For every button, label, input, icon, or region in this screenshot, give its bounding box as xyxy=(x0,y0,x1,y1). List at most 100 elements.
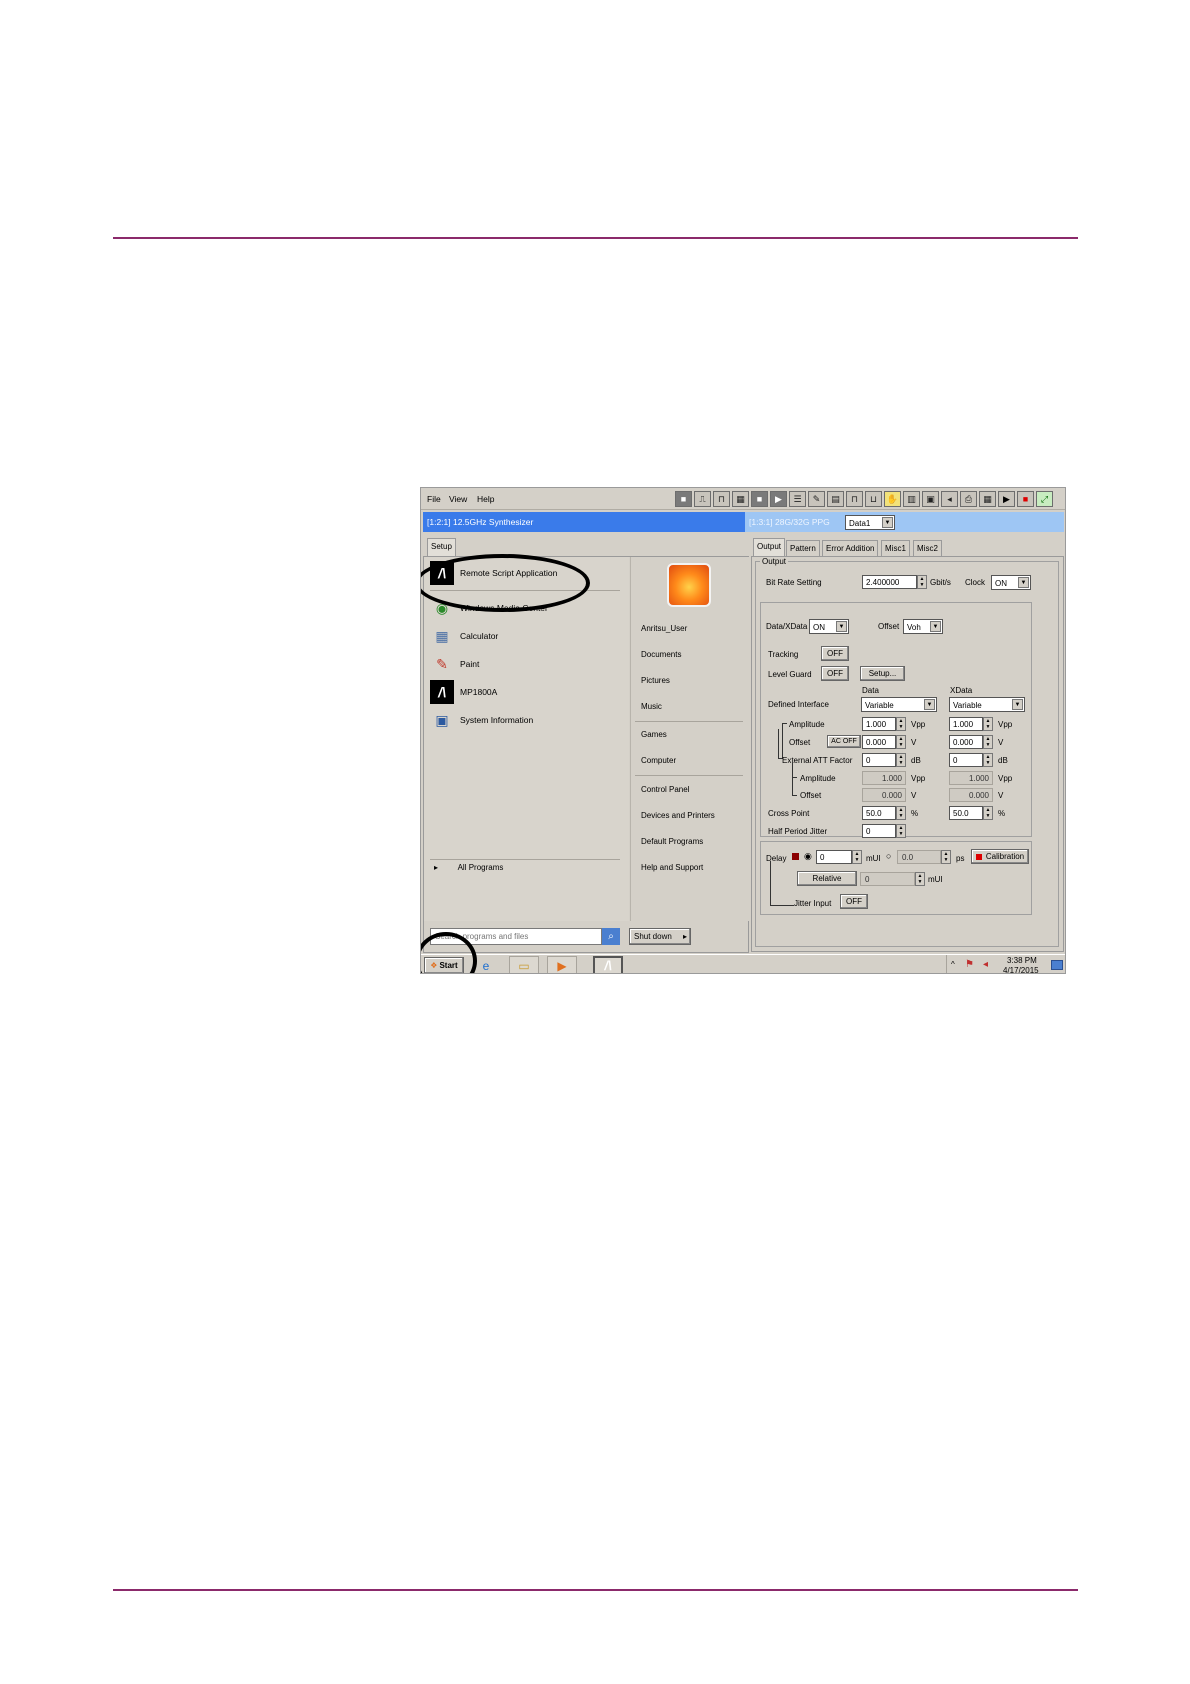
ext-att-data-stepper[interactable]: ▲ ▼ xyxy=(896,753,906,767)
menu-file[interactable]: File xyxy=(427,494,441,504)
hand-icon[interactable]: ✋ xyxy=(884,491,901,507)
offset-label: Offset xyxy=(789,738,811,747)
chart-icon[interactable]: ▦ xyxy=(979,491,996,507)
module-title-right[interactable]: [1:3:1] 28G/32G PPG xyxy=(745,512,1064,532)
tab-misc1[interactable]: Misc1 xyxy=(881,540,910,556)
link-user[interactable]: Anritsu_User xyxy=(641,624,687,633)
amplitude-xdata-stepper[interactable]: ▲ ▼ xyxy=(983,717,993,731)
data-xdata-value: ON xyxy=(813,623,825,632)
defined-interface-xdata-select[interactable]: Variable ▼ xyxy=(949,697,1025,712)
block-arrow-icon[interactable]: ▶ xyxy=(770,491,787,507)
tab-misc2[interactable]: Misc2 xyxy=(913,540,942,556)
delay-mui-field[interactable]: 0 xyxy=(816,850,852,864)
amplitude-data-field[interactable]: 1.000 xyxy=(862,717,896,731)
program-system-information[interactable]: ▣ System Information xyxy=(430,707,533,733)
grid-icon[interactable]: ▦ xyxy=(732,491,749,507)
list-icon[interactable]: ☰ xyxy=(789,491,806,507)
link-default-programs[interactable]: Default Programs xyxy=(641,837,703,846)
link-games[interactable]: Games xyxy=(641,730,667,739)
clock-time[interactable]: 3:38 PM xyxy=(1007,956,1037,965)
calibration-button[interactable]: Calibration xyxy=(971,849,1029,864)
bit-rate-field[interactable]: 2.400000 xyxy=(862,575,917,589)
link-pictures[interactable]: Pictures xyxy=(641,676,670,685)
link-control-panel[interactable]: Control Panel xyxy=(641,785,689,794)
delay-ps-radio[interactable]: ○ xyxy=(886,851,891,861)
delay-mui-stepper[interactable]: ▲ ▼ xyxy=(852,850,862,864)
offset-mode-select[interactable]: Voh ▼ xyxy=(903,619,943,634)
program-mp1800a[interactable]: /\ MP1800A xyxy=(430,679,497,705)
bit-rate-value: 2.400000 xyxy=(866,578,900,587)
tray-expand-icon[interactable]: ^ xyxy=(951,960,955,969)
xdata-column-header: XData xyxy=(950,686,973,695)
save-icon[interactable]: ▣ xyxy=(922,491,939,507)
speaker-icon[interactable]: ◂ xyxy=(941,491,958,507)
run-icon[interactable]: ▶ xyxy=(998,491,1015,507)
link-documents[interactable]: Documents xyxy=(641,650,681,659)
module-title-left[interactable]: [1:2:1] 12.5GHz Synthesizer xyxy=(423,512,745,532)
offset-data-stepper[interactable]: ▲ ▼ xyxy=(896,735,906,749)
link-computer[interactable]: Computer xyxy=(641,756,676,765)
module-title-right-text: [1:3:1] 28G/32G PPG xyxy=(749,517,830,527)
jitter-input-toggle[interactable]: OFF xyxy=(840,894,868,909)
pulse-alt-icon[interactable]: ⊔ xyxy=(865,491,882,507)
data-xdata-select[interactable]: ON ▼ xyxy=(809,619,849,634)
menu-help[interactable]: Help xyxy=(477,494,494,504)
shutdown-button[interactable]: Shut down ▸ xyxy=(629,928,691,945)
clock-date[interactable]: 4/17/2015 xyxy=(1003,966,1039,973)
defined-interface-data-select[interactable]: Variable ▼ xyxy=(861,697,937,712)
stop-red-icon[interactable]: ■ xyxy=(1017,491,1034,507)
pulse-icon[interactable]: ⊓ xyxy=(846,491,863,507)
all-programs[interactable]: ▸ All Programs xyxy=(434,863,503,872)
level-guard-toggle[interactable]: OFF xyxy=(821,666,849,681)
amplitude-data-stepper[interactable]: ▲ ▼ xyxy=(896,717,906,731)
data-channel-select[interactable]: Data1 ▼ xyxy=(845,515,895,530)
cross-point-xdata-field[interactable]: 50.0 xyxy=(949,806,983,820)
cross-point-data-field[interactable]: 50.0 xyxy=(862,806,896,820)
tracking-toggle[interactable]: OFF xyxy=(821,646,849,661)
relative-button[interactable]: Relative xyxy=(797,871,857,886)
anritsu-icon[interactable]: /\ xyxy=(593,956,623,973)
data-icon[interactable]: ▤ xyxy=(827,491,844,507)
pattern-icon[interactable]: ⎍ xyxy=(694,491,711,507)
cross-point-xdata-stepper[interactable]: ▲ ▼ xyxy=(983,806,993,820)
menu-view[interactable]: View xyxy=(449,494,467,504)
clock-select[interactable]: ON ▼ xyxy=(991,575,1031,590)
tab-setup[interactable]: Setup xyxy=(427,538,456,556)
stop-icon[interactable]: ■ xyxy=(675,491,692,507)
tab-pattern[interactable]: Pattern xyxy=(786,540,820,556)
offset-data-field[interactable]: 0.000 xyxy=(862,735,896,749)
delay-mui-radio[interactable]: ◉ xyxy=(804,851,812,862)
ext-att-xdata-stepper[interactable]: ▲ ▼ xyxy=(983,753,993,767)
offset-xdata-stepper[interactable]: ▲ ▼ xyxy=(983,735,993,749)
program-paint[interactable]: ✎ Paint xyxy=(430,651,479,677)
tab-output[interactable]: Output xyxy=(753,538,786,556)
offset-xdata-field[interactable]: 0.000 xyxy=(949,735,983,749)
ext-att-xdata-field[interactable]: 0 xyxy=(949,753,983,767)
show-desktop-icon[interactable] xyxy=(1051,960,1063,970)
file-explorer-icon[interactable]: ▭ xyxy=(509,956,539,973)
waveform-icon[interactable]: ⊓ xyxy=(713,491,730,507)
link-devices-and-printers[interactable]: Devices and Printers xyxy=(641,811,715,820)
link-help-and-support[interactable]: Help and Support xyxy=(641,863,703,872)
media-player-icon[interactable]: ▶ xyxy=(547,956,577,973)
amplitude-xdata-field[interactable]: 1.000 xyxy=(949,717,983,731)
export-icon[interactable]: ⤢ xyxy=(1036,491,1053,507)
network-icon[interactable]: ⚑ xyxy=(965,959,974,970)
link-music[interactable]: Music xyxy=(641,702,662,711)
screenshot: File View Help ■ ⎍ ⊓ ▦ ■ ▶ ☰ ✎ ▤ ⊓ ⊔ ✋ ▥… xyxy=(420,487,1066,974)
ac-off-button[interactable]: AC OFF xyxy=(827,735,861,748)
program-calculator[interactable]: ▦ Calculator xyxy=(430,623,498,649)
ext-att-data-field[interactable]: 0 xyxy=(862,753,896,767)
print-icon[interactable]: ⎙ xyxy=(960,491,977,507)
search-icon[interactable]: ⌕ xyxy=(602,928,620,945)
table-icon[interactable]: ▥ xyxy=(903,491,920,507)
block-icon[interactable]: ■ xyxy=(751,491,768,507)
tab-error-addition[interactable]: Error Addition xyxy=(822,540,879,556)
edit-icon[interactable]: ✎ xyxy=(808,491,825,507)
cross-point-data-stepper[interactable]: ▲ ▼ xyxy=(896,806,906,820)
setup-button[interactable]: Setup... xyxy=(860,666,905,681)
volume-icon[interactable]: ◂ xyxy=(983,959,988,970)
half-period-jitter-stepper[interactable]: ▲ ▼ xyxy=(896,824,906,838)
half-period-jitter-field[interactable]: 0 xyxy=(862,824,896,838)
bit-rate-stepper[interactable]: ▲ ▼ xyxy=(917,575,927,589)
